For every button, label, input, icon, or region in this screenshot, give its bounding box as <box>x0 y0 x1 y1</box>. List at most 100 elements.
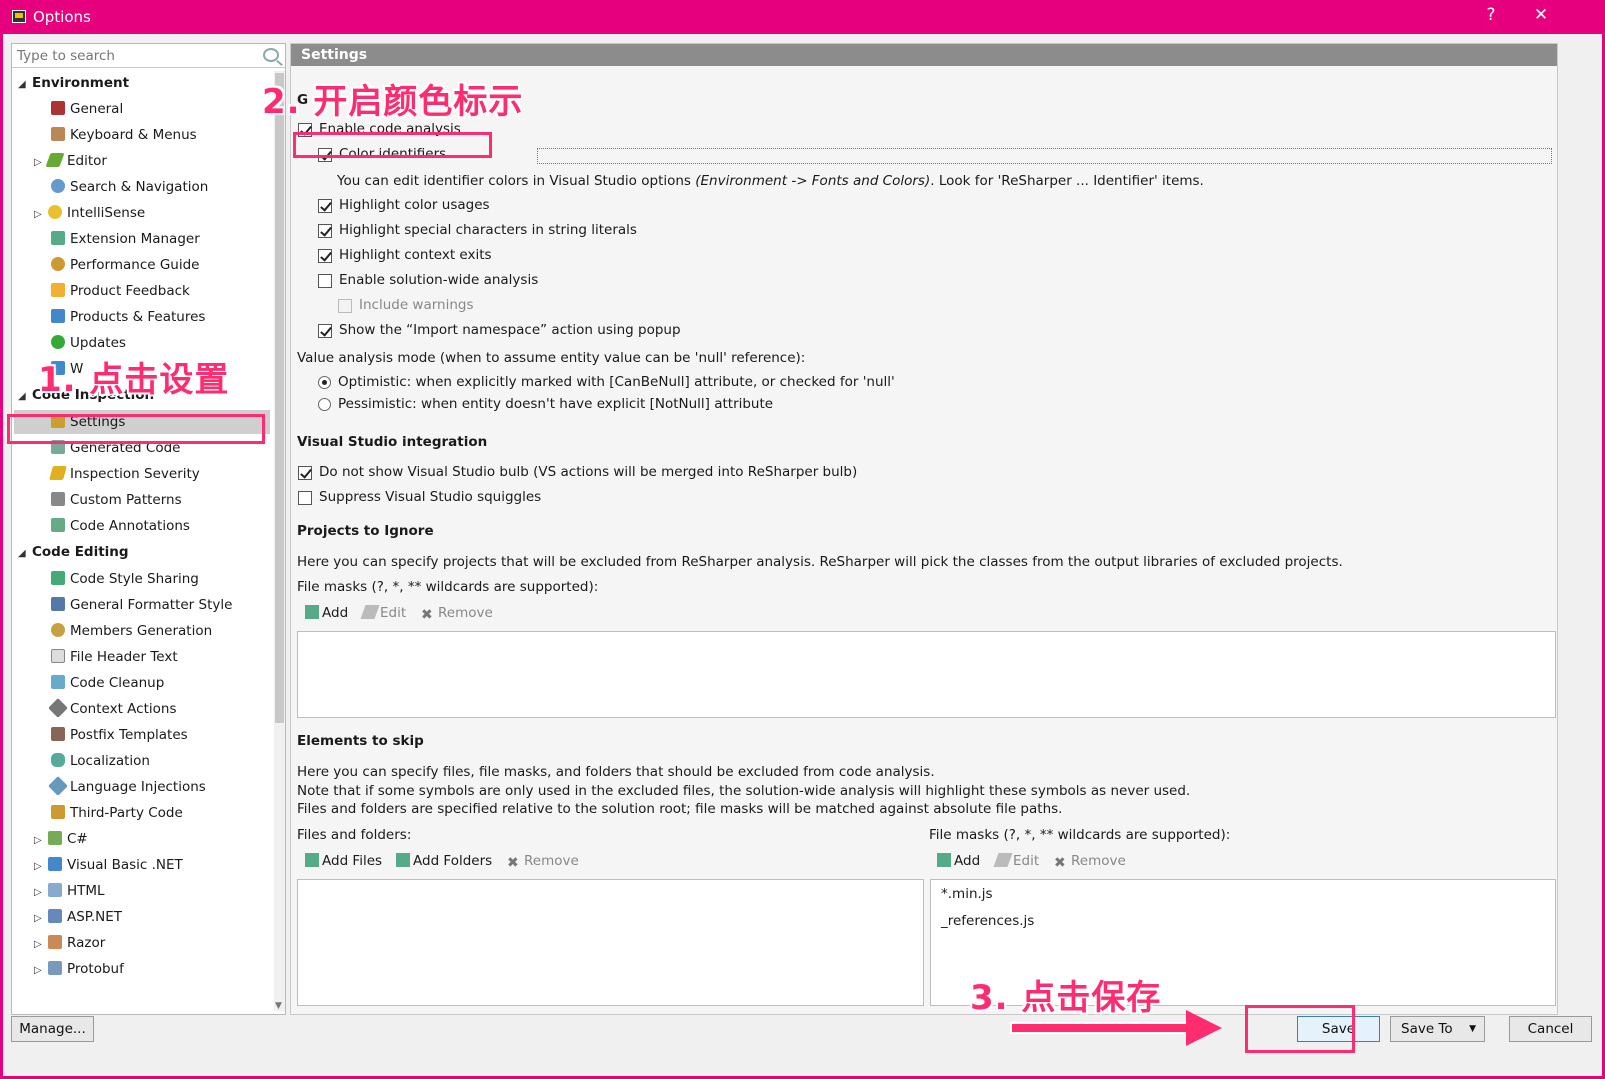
show-import-namespace-label: Show the “Import namespace” action using… <box>339 322 681 338</box>
skip-description-2: Note that if some symbols are only used … <box>297 783 1191 799</box>
add-folders-button[interactable]: Add Folders <box>396 850 492 872</box>
pencil-icon <box>993 853 1013 867</box>
projects-add-button[interactable]: Add <box>305 602 348 624</box>
include-warnings-checkbox[interactable] <box>338 299 352 313</box>
list-item[interactable]: _references.js <box>941 913 1034 929</box>
tree-label: Product Feedback <box>70 283 190 299</box>
tree-item-aspnet[interactable]: ▷ ASP.NET <box>34 905 122 929</box>
collapse-arrow-icon[interactable]: ◢ <box>18 73 32 97</box>
tree-item-csharp[interactable]: ▷ C# <box>34 827 88 851</box>
include-warnings-label: Include warnings <box>359 297 474 313</box>
masks-edit-button[interactable]: Edit <box>993 850 1039 872</box>
tree-item-html[interactable]: ▷ HTML <box>34 879 105 903</box>
sharing-icon <box>51 571 65 585</box>
cancel-button[interactable]: Cancel <box>1509 1016 1592 1042</box>
tree-item-extension-manager[interactable]: Extension Manager <box>51 227 200 251</box>
masks-remove-button[interactable]: ✖ Remove <box>1054 850 1126 872</box>
search-input[interactable] <box>17 47 252 65</box>
tree-label: Keyboard & Menus <box>70 127 197 143</box>
skip-file-masks-label: File masks (?, *, ** wildcards are suppo… <box>929 827 1231 843</box>
manage-button[interactable]: Manage... <box>11 1016 94 1042</box>
button-label: Add Files <box>322 853 383 869</box>
show-import-namespace-checkbox[interactable] <box>318 324 332 338</box>
tree-scrollbar[interactable]: ▼ <box>274 71 285 1011</box>
tree-label: Editor <box>67 153 107 169</box>
tree-item-code-style-sharing[interactable]: Code Style Sharing <box>51 567 199 591</box>
tree-item-protobuf[interactable]: ▷ Protobuf <box>34 957 124 981</box>
tree-item-context-actions[interactable]: Context Actions <box>48 697 177 721</box>
tree-item-members-generation[interactable]: Members Generation <box>51 619 212 643</box>
tree-item-general[interactable]: General <box>51 97 123 121</box>
tree-item-products-features[interactable]: Products & Features <box>51 305 205 329</box>
expand-arrow-icon[interactable]: ▷ <box>34 881 48 905</box>
highlight-color-usages-checkbox[interactable] <box>318 199 332 213</box>
search-icon[interactable] <box>263 48 279 62</box>
tree-item-code-cleanup[interactable]: Code Cleanup <box>51 671 164 695</box>
scroll-down-icon[interactable]: ▼ <box>275 1001 282 1011</box>
list-item[interactable]: *.min.js <box>941 886 993 902</box>
tree-item-language-injections[interactable]: Language Injections <box>48 775 206 799</box>
pessimistic-radio[interactable] <box>318 398 331 411</box>
expand-arrow-icon[interactable]: ▷ <box>34 203 48 227</box>
expand-arrow-icon[interactable]: ▷ <box>34 907 48 931</box>
suppress-squiggles-checkbox[interactable] <box>298 491 312 505</box>
scrollbar-thumb[interactable] <box>275 73 284 723</box>
annotation-step-1: 1. 点击设置 <box>38 360 230 400</box>
tree-label: General <box>70 101 124 117</box>
tree-item-code-annotations[interactable]: Code Annotations <box>51 514 190 538</box>
highlight-context-exits-checkbox[interactable] <box>318 249 332 263</box>
tree-item-intellisense[interactable]: ▷ IntelliSense <box>34 201 145 225</box>
members-icon <box>51 623 65 637</box>
help-button[interactable]: ? <box>1476 5 1506 25</box>
elements-to-skip-heading: Elements to skip <box>297 733 424 749</box>
projects-list[interactable] <box>297 631 1556 718</box>
html-icon <box>48 883 62 897</box>
note-text: . Look for 'ReSharper ... Identifier' it… <box>930 173 1204 189</box>
tree-item-vbnet[interactable]: ▷ Visual Basic .NET <box>34 853 183 877</box>
tree-item-razor[interactable]: ▷ Razor <box>34 931 105 955</box>
collapse-arrow-icon[interactable]: ◢ <box>18 542 32 566</box>
tree-category-environment[interactable]: ◢ Environment <box>18 71 129 95</box>
tree-item-third-party-code[interactable]: Third-Party Code <box>51 801 183 825</box>
tree-item-performance-guide[interactable]: Performance Guide <box>51 253 199 277</box>
expand-arrow-icon[interactable]: ▷ <box>34 855 48 879</box>
tree-item-inspection-severity[interactable]: Inspection Severity <box>49 462 200 486</box>
projects-remove-button[interactable]: ✖ Remove <box>421 602 493 624</box>
add-files-button[interactable]: Add Files <box>305 850 382 872</box>
highlight-special-chars-checkbox[interactable] <box>318 224 332 238</box>
do-not-show-bulb-checkbox[interactable] <box>298 466 312 480</box>
button-label: Remove <box>1071 853 1126 869</box>
tree-label: HTML <box>67 883 105 899</box>
tree-item-product-feedback[interactable]: Product Feedback <box>51 279 190 303</box>
close-button[interactable]: ✕ <box>1526 5 1556 25</box>
optimistic-radio[interactable] <box>318 376 331 389</box>
tree-item-search-navigation[interactable]: Search & Navigation <box>51 175 208 199</box>
files-remove-button[interactable]: ✖ Remove <box>507 850 579 872</box>
expand-arrow-icon[interactable]: ▷ <box>34 959 48 983</box>
tree-item-custom-patterns[interactable]: Custom Patterns <box>51 488 182 512</box>
magnifier-icon <box>51 179 65 193</box>
syringe-icon <box>48 776 68 796</box>
expand-arrow-icon[interactable]: ▷ <box>34 933 48 957</box>
tree-item-general-formatter-style[interactable]: General Formatter Style <box>51 593 232 617</box>
tree-item-editor[interactable]: ▷ Editor <box>34 149 107 173</box>
expand-arrow-icon[interactable]: ▷ <box>34 829 48 853</box>
tree-item-localization[interactable]: Localization <box>51 749 150 773</box>
tree-item-keyboard-menus[interactable]: Keyboard & Menus <box>51 123 197 147</box>
save-to-button[interactable]: Save To ▼ <box>1390 1016 1485 1042</box>
tree-item-postfix-templates[interactable]: Postfix Templates <box>51 723 188 747</box>
tree-category-code-editing[interactable]: ◢ Code Editing <box>18 540 129 564</box>
enable-solution-wide-checkbox[interactable] <box>318 274 332 288</box>
tree-item-file-header-text[interactable]: File Header Text <box>51 645 178 669</box>
collapse-arrow-icon[interactable]: ◢ <box>18 385 32 409</box>
options-tree: ◢ Environment General Keyboard & Menus ▷ E… <box>12 71 274 1011</box>
files-and-folders-list[interactable] <box>297 879 924 1006</box>
color-identifiers-note: You can edit identifier colors in Visual… <box>337 173 1204 189</box>
files-and-folders-label: Files and folders: <box>297 827 412 843</box>
settings-header: Settings <box>291 44 1557 66</box>
tree-label: Code Style Sharing <box>70 571 199 587</box>
gauge-icon <box>51 257 65 271</box>
masks-add-button[interactable]: Add <box>937 850 980 872</box>
pencil-icon <box>360 605 380 619</box>
projects-edit-button[interactable]: Edit <box>360 602 406 624</box>
